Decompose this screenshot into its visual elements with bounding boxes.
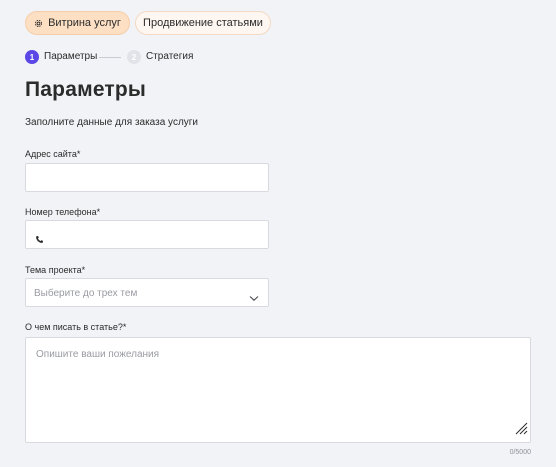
chevron-down-icon: [249, 289, 259, 307]
tab-services-showcase[interactable]: Витрина услуг: [25, 11, 130, 35]
step-2-badge: 2: [127, 50, 141, 64]
resize-handle-icon[interactable]: [514, 421, 528, 440]
step-divider: [99, 57, 121, 58]
page-title: Параметры: [25, 78, 147, 101]
topic-select-placeholder: Выберите до трех тем: [34, 288, 138, 299]
wishes-label: О чем писать в статье?*: [25, 322, 127, 332]
phone-field[interactable]: [25, 220, 269, 249]
site-address-label: Адрес сайта*: [25, 149, 81, 159]
page-subtitle: Заполните данные для заказа услуги: [25, 117, 199, 128]
topic-label: Тема проекта*: [25, 265, 86, 275]
gear-icon: [34, 19, 43, 28]
character-counter: 0/5000: [509, 449, 531, 456]
site-address-input[interactable]: [26, 164, 268, 191]
order-form-page: Витрина услуг Продвижение статьями 1 Пар…: [0, 0, 556, 467]
step-1-badge: 1: [25, 50, 39, 64]
phone-icon: [35, 231, 44, 243]
site-address-field[interactable]: [25, 163, 269, 192]
phone-label: Номер телефона*: [25, 207, 101, 217]
tab-label: Продвижение статьями: [143, 17, 263, 29]
step-1-label[interactable]: Параметры: [44, 51, 97, 62]
topic-select[interactable]: Выберите до трех тем: [25, 278, 269, 307]
phone-input[interactable]: [26, 221, 268, 248]
wishes-textarea[interactable]: [26, 338, 530, 442]
step-2-label[interactable]: Стратегия: [146, 51, 193, 62]
tab-article-promotion[interactable]: Продвижение статьями: [135, 11, 271, 35]
wishes-field[interactable]: [25, 337, 531, 443]
tab-label: Витрина услуг: [48, 17, 121, 29]
